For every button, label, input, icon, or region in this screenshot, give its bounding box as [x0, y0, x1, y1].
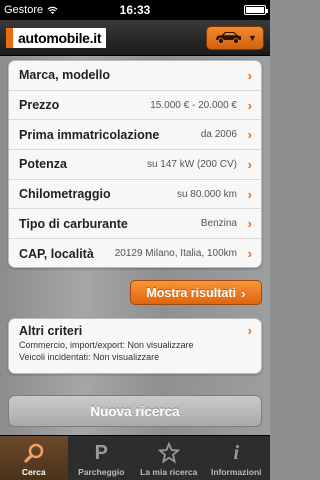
logo-mark — [6, 28, 13, 48]
chevron-right-icon: › — [247, 156, 252, 172]
logo-text: automobile.it — [13, 28, 107, 48]
other-criteria-line: Veicoli incidentati: Non visualizzare — [19, 352, 160, 362]
new-search-label: Nuova ricerca — [90, 403, 180, 419]
row-label: Chilometraggio — [19, 187, 111, 202]
show-results-button[interactable]: Mostra risultati › — [130, 280, 262, 305]
row-value: Benzina — [200, 218, 237, 230]
criteria-row-registration[interactable]: Prima immatricolazione da 2006 › — [9, 120, 261, 151]
criteria-row-brand-model[interactable]: Marca, modello › — [9, 61, 261, 91]
tab-info[interactable]: i Informazioni — [203, 436, 271, 480]
row-value: su 147 kW (200 CV) — [146, 158, 237, 170]
chevron-right-icon: › — [247, 246, 252, 262]
vehicle-type-button[interactable]: ▼ — [206, 26, 264, 50]
app-logo: automobile.it — [6, 28, 107, 48]
chevron-right-icon: › — [247, 97, 252, 113]
show-results-label: Mostra risultati — [146, 285, 236, 300]
new-search-button[interactable]: Nuova ricerca — [8, 395, 262, 427]
criteria-list: Marca, modello › Prezzo 15.000 € - 20.00… — [8, 60, 262, 268]
car-icon — [216, 32, 242, 44]
criteria-row-location[interactable]: CAP, località 20129 Milano, Italia, 100k… — [9, 239, 261, 269]
parking-icon: P — [94, 441, 108, 464]
tab-label: Informazioni — [210, 467, 262, 477]
other-criteria-title: Altri criteri — [19, 324, 83, 338]
tab-label: La mia ricerca — [140, 467, 198, 477]
chevron-right-icon: › — [247, 67, 252, 83]
row-value: su 80.000 km — [176, 188, 237, 200]
tab-bar: Cerca P Parcheggio La mia ricerca i Info… — [0, 435, 270, 480]
other-criteria-line: Commercio, import/export: Non visualizza… — [19, 340, 194, 350]
tab-label: Parcheggio — [78, 467, 125, 477]
tab-parking[interactable]: P Parcheggio — [68, 436, 136, 480]
criteria-row-power[interactable]: Potenza su 147 kW (200 CV) › — [9, 150, 261, 180]
row-label: Prezzo — [19, 98, 60, 113]
row-label: Prima immatricolazione — [19, 127, 160, 142]
status-bar: Gestore 16:33 — [0, 0, 270, 20]
wifi-icon — [47, 6, 58, 14]
criteria-row-fuel-type[interactable]: Tipo di carburante Benzina › — [9, 209, 261, 240]
search-icon — [23, 442, 45, 464]
chevron-right-icon: › — [247, 216, 252, 232]
row-value: da 2006 — [200, 129, 237, 141]
other-criteria-panel[interactable]: Altri criteri Commercio, import/export: … — [8, 318, 262, 374]
row-label: CAP, località — [19, 246, 94, 261]
row-value: 20129 Milano, Italia, 100km — [114, 248, 237, 260]
info-icon: i — [233, 441, 240, 464]
tab-search[interactable]: Cerca — [0, 436, 68, 480]
row-value: 15.000 € - 20.000 € — [150, 99, 237, 111]
chevron-right-icon: › — [240, 284, 246, 301]
row-label: Marca, modello — [19, 68, 110, 83]
app-header: automobile.it ▼ — [0, 20, 270, 56]
row-label: Tipo di carburante — [19, 216, 128, 231]
chevron-right-icon: › — [247, 186, 252, 202]
tab-label: Cerca — [21, 467, 46, 477]
status-left: Gestore — [4, 4, 58, 16]
battery-icon — [244, 5, 268, 15]
criteria-row-price[interactable]: Prezzo 15.000 € - 20.000 € › — [9, 91, 261, 121]
chevron-right-icon: › — [247, 323, 252, 338]
row-label: Potenza — [19, 157, 67, 172]
carrier-label: Gestore — [4, 4, 44, 16]
criteria-row-mileage[interactable]: Chilometraggio su 80.000 km › — [9, 180, 261, 210]
chevron-down-icon: ▼ — [248, 33, 257, 43]
chevron-right-icon: › — [247, 127, 252, 143]
star-icon — [157, 442, 180, 464]
tab-my-search[interactable]: La mia ricerca — [135, 436, 203, 480]
